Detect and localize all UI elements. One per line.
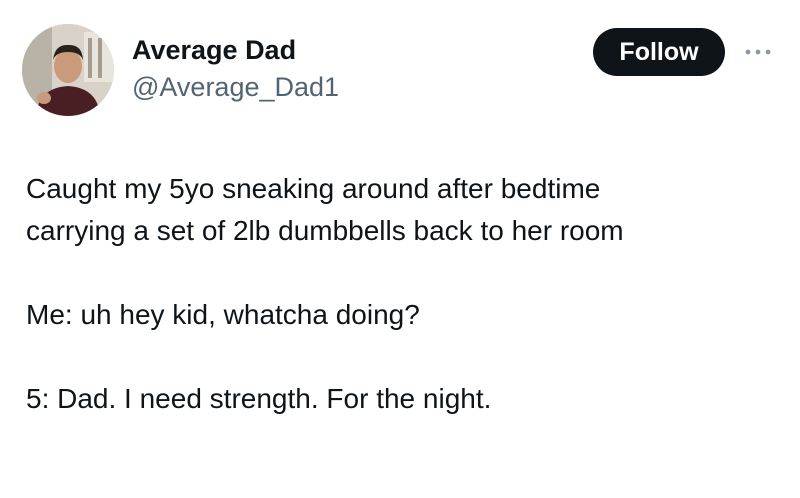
tweet-header: Average Dad @Average_Dad1 Follow (22, 24, 782, 116)
display-name[interactable]: Average Dad (132, 34, 339, 66)
tweet-text: Caught my 5yo sneaking around after bedt… (26, 168, 786, 420)
author-names: Average Dad @Average_Dad1 (132, 34, 339, 104)
tweet-card: Average Dad @Average_Dad1 Follow Caught … (0, 0, 800, 498)
tweet-line: Caught my 5yo sneaking around after bedt… (26, 173, 601, 204)
profile-photo-icon (22, 24, 114, 116)
more-dots-icon[interactable] (740, 40, 780, 64)
tweet-line: 5: Dad. I need strength. For the night. (26, 383, 492, 414)
follow-button[interactable]: Follow (593, 28, 725, 76)
tweet-line: Me: uh hey kid, whatcha doing? (26, 299, 420, 330)
tweet-line: carrying a set of 2lb dumbbells back to … (26, 215, 624, 246)
avatar[interactable] (22, 24, 114, 116)
user-handle[interactable]: @Average_Dad1 (132, 70, 339, 104)
